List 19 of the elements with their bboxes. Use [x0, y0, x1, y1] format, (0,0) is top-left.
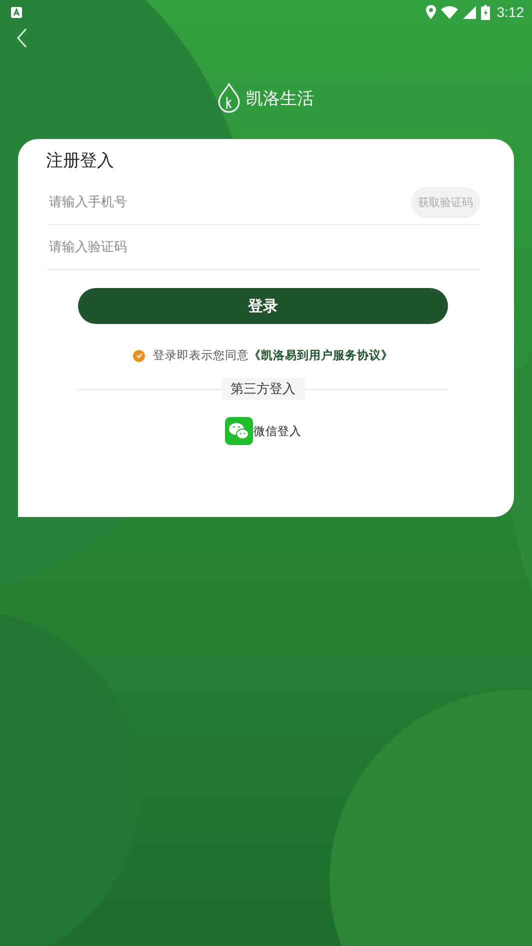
login-button[interactable]: 登录	[78, 288, 448, 324]
wifi-icon	[440, 6, 458, 18]
app-name: 凯洛生活	[246, 88, 314, 110]
chat-bubbles-icon	[224, 417, 252, 445]
wechat-login-button[interactable]: 微信登入	[224, 417, 302, 445]
section-heading: 第三方登入	[222, 378, 304, 400]
checkmark-icon	[134, 351, 144, 360]
leaf-drop-logo-icon	[218, 83, 240, 113]
agreement-text: 登录即表示您同意《凯洛易到用户服务协议》	[153, 348, 393, 363]
clock-text: 3:12	[496, 4, 524, 20]
agreement-link[interactable]: 《凯洛易到用户服务协议》	[249, 348, 393, 362]
input-field[interactable]: 请输入手机号	[47, 194, 411, 210]
card-title: 注册登入	[46, 150, 115, 172]
input-field[interactable]: 请输入验证码	[47, 238, 480, 256]
agreement-checkbox[interactable]	[133, 350, 145, 362]
notification-icon	[11, 6, 22, 18]
battery-icon	[480, 4, 490, 20]
location-icon	[426, 5, 436, 19]
signal-icon	[462, 6, 476, 18]
